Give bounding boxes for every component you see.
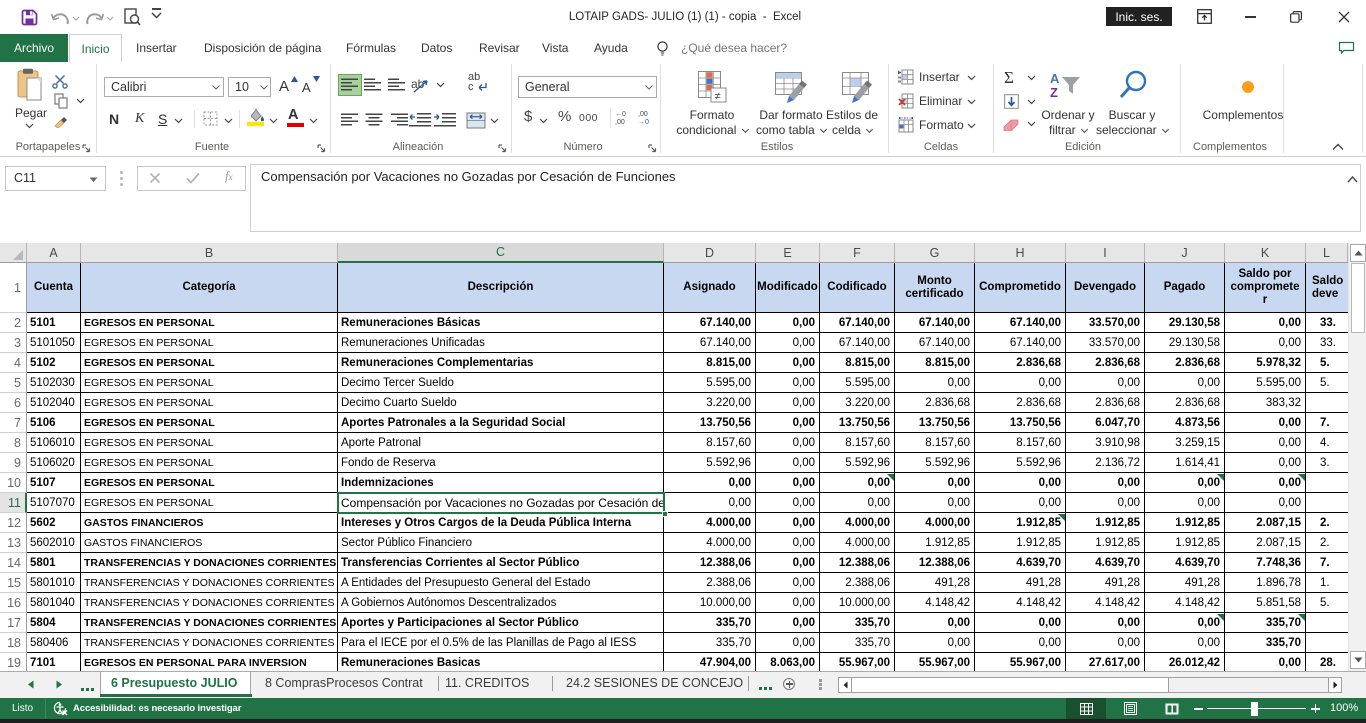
- svg-text:→0: →0: [638, 119, 649, 125]
- svg-text:,00: ,00: [638, 111, 648, 118]
- svg-text:≠: ≠: [715, 91, 721, 103]
- svg-text:A: A: [1050, 71, 1060, 86]
- svg-text:←0: ←0: [615, 111, 626, 118]
- svg-text:Z: Z: [1050, 85, 1058, 100]
- svg-text:,00: ,00: [615, 119, 625, 125]
